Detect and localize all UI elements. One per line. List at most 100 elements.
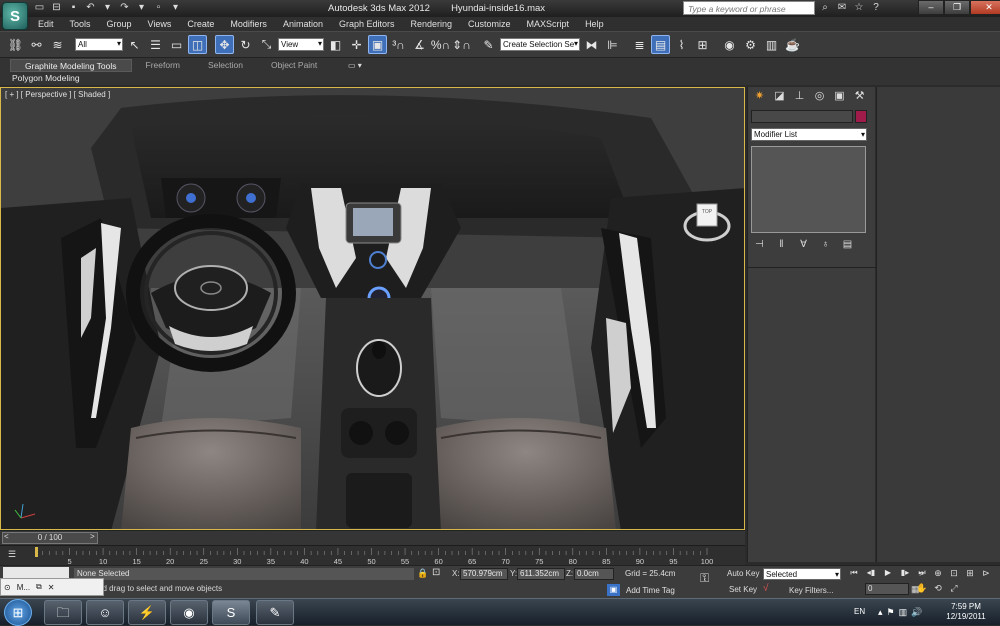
show-end-result-icon[interactable]: ‖ [773, 237, 790, 252]
current-frame-field[interactable]: 0 [865, 583, 909, 595]
close-button[interactable]: ✕ [970, 0, 1000, 15]
undo-icon[interactable]: ↶ [83, 1, 98, 15]
network-icon[interactable]: ▥ [899, 607, 908, 618]
restore-icon[interactable]: ⧉ [36, 582, 42, 592]
bind-to-space-warp-icon[interactable]: ≋ [48, 35, 67, 54]
unlink-selection-icon[interactable]: ⚯ [27, 35, 46, 54]
align-icon[interactable]: ⊫ [603, 35, 622, 54]
system-clock[interactable]: 7:59 PM 12/19/2011 [938, 602, 994, 622]
object-color-swatch[interactable] [855, 110, 867, 123]
make-unique-icon[interactable]: ∀ [795, 237, 812, 252]
snaps-toggle-icon[interactable]: ³∩ [389, 35, 408, 54]
maximize-viewport-icon[interactable]: ⤢ [947, 582, 961, 595]
remove-modifier-icon[interactable]: ♁ [817, 237, 834, 252]
close-icon[interactable]: ✕ [48, 583, 55, 592]
mirror-icon[interactable]: ⧓ [582, 35, 601, 54]
menu-rendering[interactable]: Rendering [403, 17, 461, 31]
schematic-view-icon[interactable]: ⊞ [693, 35, 712, 54]
time-tag-icon[interactable]: ▣ [607, 584, 620, 596]
polygon-modeling-panel[interactable]: Polygon Modeling [12, 73, 80, 83]
hierarchy-tab-icon[interactable]: ⊥ [791, 89, 808, 104]
key-mode-dropdown[interactable]: Selected ▾ [763, 568, 841, 580]
field-of-view-icon[interactable]: ⊳ [979, 567, 993, 580]
help-icon[interactable]: ? [869, 1, 883, 15]
pin-stack-icon[interactable]: ⊣ [751, 237, 768, 252]
named-selection-dropdown[interactable]: Create Selection Se [500, 38, 580, 51]
paint-taskbar-icon[interactable]: ✎ [256, 600, 294, 625]
maximize-button[interactable]: ❐ [944, 0, 970, 15]
viewcube[interactable]: TOP [683, 196, 731, 244]
next-frame-icon[interactable]: ▮▸ [898, 567, 912, 579]
action-center-flag-icon[interactable]: ⚑ [887, 607, 895, 618]
menu-views[interactable]: Views [140, 17, 180, 31]
y-coordinate-field[interactable]: 611.352cm [517, 568, 565, 580]
menu-maxscript[interactable]: MAXScript [519, 17, 578, 31]
menu-create[interactable]: Create [179, 17, 222, 31]
time-slider[interactable]: 0 / 100 < > [0, 530, 745, 545]
set-key-button[interactable]: Set Key [729, 585, 757, 594]
menu-customize[interactable]: Customize [460, 17, 519, 31]
rendered-frame-window-icon[interactable]: ▥ [762, 35, 781, 54]
object-name-field[interactable] [751, 110, 853, 123]
previous-frame-icon[interactable]: < [4, 532, 9, 541]
modifier-list-dropdown[interactable]: Modifier List ▾ [751, 128, 867, 141]
motion-tab-icon[interactable]: ◎ [811, 89, 828, 104]
save-file-icon[interactable]: ▪ [66, 1, 81, 15]
render-production-icon[interactable]: ☕ [783, 35, 802, 54]
current-time-marker[interactable] [35, 547, 38, 557]
project-folder-icon[interactable]: ▫ [151, 1, 166, 15]
show-hidden-icons-icon[interactable]: ▴ [878, 607, 883, 618]
zoom-extents-icon[interactable]: ⊡ [947, 567, 961, 580]
angle-snap-icon[interactable]: ∡ [410, 35, 429, 54]
zoom-all-icon[interactable]: ⊕ [931, 567, 945, 580]
previous-frame-icon[interactable]: ◂▮ [864, 567, 878, 579]
menu-tools[interactable]: Tools [62, 17, 99, 31]
tab-selection[interactable]: Selection [194, 59, 257, 72]
application-menu-button[interactable]: S [2, 2, 28, 30]
search-icon[interactable]: ⌕ [818, 1, 832, 15]
orbit-icon[interactable]: ⟲ [931, 582, 945, 595]
rectangular-selection-icon[interactable]: ▭ [167, 35, 186, 54]
track-bar[interactable]: 5 10 15 20 25 30 35 40 45 50 55 60 65 70 75 80 85 90 95 100… [0, 545, 745, 566]
favorites-icon[interactable]: ☆ [852, 1, 866, 15]
perspective-viewport[interactable]: [ + ] [ Perspective ] [ Shaded ] TOP [0, 87, 745, 530]
window-crossing-icon[interactable]: ◫ [188, 35, 207, 54]
utilities-tab-icon[interactable]: ⚒ [851, 89, 868, 104]
tab-graphite-modeling-tools[interactable]: Graphite Modeling Tools [10, 59, 132, 72]
pan-view-icon[interactable]: ✋ [915, 582, 929, 595]
redo-icon[interactable]: ↷ [117, 1, 132, 15]
tab-object-paint[interactable]: Object Paint [257, 59, 331, 72]
menu-animation[interactable]: Animation [275, 17, 331, 31]
modify-tab-icon[interactable]: ◪ [771, 89, 788, 104]
start-button[interactable]: ⊞ [4, 599, 32, 626]
add-time-tag-button[interactable]: Add Time Tag [626, 586, 675, 595]
help-search-input[interactable]: Type a keyword or phrase [683, 1, 815, 15]
edit-named-selection-icon[interactable]: ✎ [479, 35, 498, 54]
spinner-snap-icon[interactable]: ⇕∩ [452, 35, 471, 54]
volume-icon[interactable]: 🔊 [911, 607, 922, 618]
reference-coordinate-dropdown[interactable]: View [278, 38, 324, 51]
menu-edit[interactable]: Edit [30, 17, 62, 31]
redo-dropdown-icon[interactable]: ▾ [134, 1, 149, 15]
go-to-start-icon[interactable]: ⏮ [847, 567, 861, 579]
z-coordinate-field[interactable]: 0.0cm [574, 568, 614, 580]
winamp-taskbar-icon[interactable]: ⚡ [128, 600, 166, 625]
configure-modifier-sets-icon[interactable]: ▤ [839, 237, 856, 252]
time-slider-handle[interactable]: 0 / 100 [2, 532, 98, 544]
ribbon-minimize-icon[interactable]: ▭ ▾ [348, 61, 362, 70]
selection-filter-dropdown[interactable]: All [75, 38, 123, 51]
subscription-icon[interactable]: ✉ [835, 1, 849, 15]
3dsmax-taskbar-icon[interactable]: S [212, 600, 250, 625]
menu-modifiers[interactable]: Modifiers [222, 17, 275, 31]
messenger-taskbar-icon[interactable]: ☺ [86, 600, 124, 625]
open-file-icon[interactable]: ⊟ [49, 1, 64, 15]
undo-dropdown-icon[interactable]: ▾ [100, 1, 115, 15]
play-icon[interactable]: ▶ [881, 567, 895, 579]
create-tab-icon[interactable]: ✷ [751, 89, 768, 104]
menu-group[interactable]: Group [99, 17, 140, 31]
zoom-extents-all-icon[interactable]: ⊞ [963, 567, 977, 580]
menu-graph-editors[interactable]: Graph Editors [331, 17, 403, 31]
quick-access-dropdown-icon[interactable]: ▾ [168, 1, 183, 15]
language-indicator[interactable]: EN [854, 607, 865, 616]
viewport-label[interactable]: [ + ] [ Perspective ] [ Shaded ] [5, 90, 110, 99]
